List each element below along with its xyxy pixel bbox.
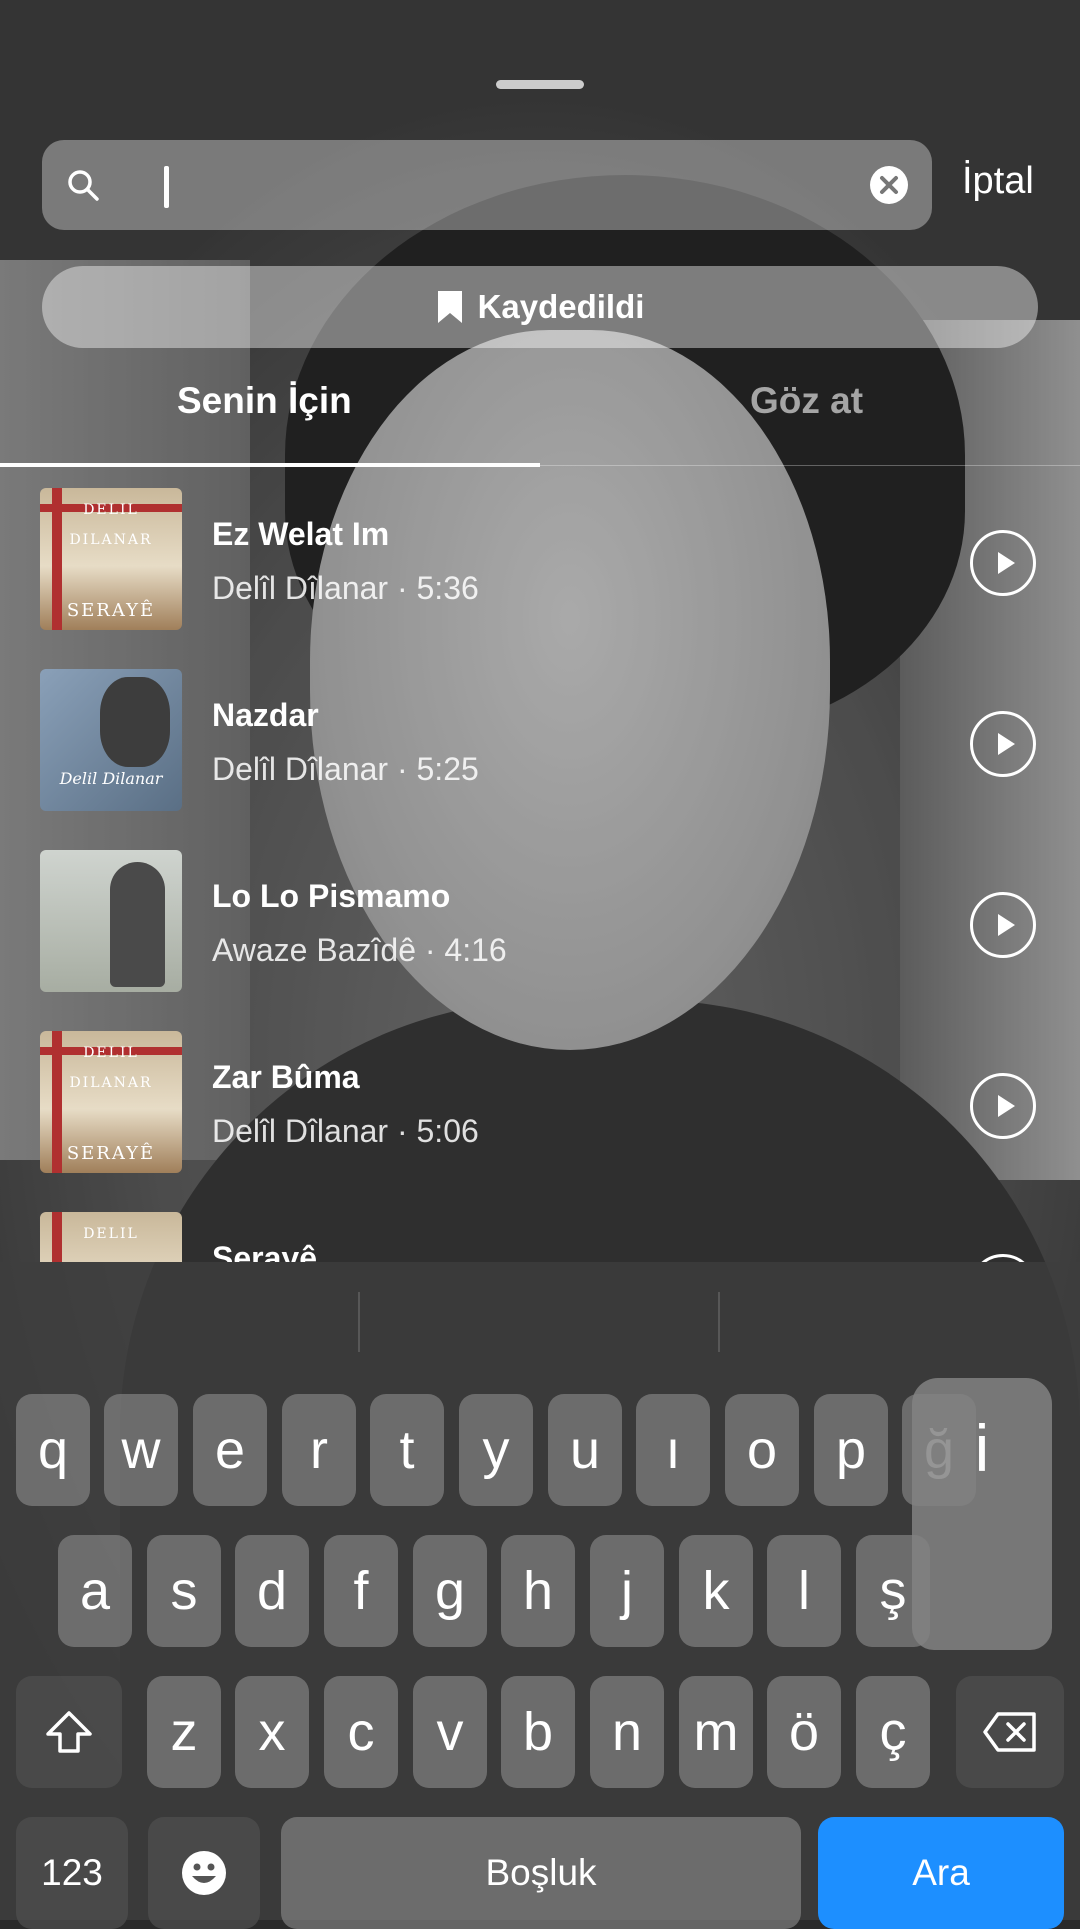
key-m[interactable]: m — [679, 1676, 753, 1788]
key-l[interactable]: l — [767, 1535, 841, 1647]
active-tab-indicator — [0, 463, 540, 467]
track-title: Serayê — [212, 1240, 317, 1262]
key-v[interactable]: v — [413, 1676, 487, 1788]
key-d[interactable]: d — [235, 1535, 309, 1647]
key-g[interactable]: g — [413, 1535, 487, 1647]
key-t[interactable]: t — [370, 1394, 444, 1506]
suggestion-divider — [718, 1292, 720, 1352]
track-list: DELIL DILANAR SERAYÊ Ez Welat Im Delîl D… — [0, 486, 1080, 1262]
key-h[interactable]: h — [501, 1535, 575, 1647]
backspace-icon — [983, 1712, 1036, 1752]
tab-divider — [540, 465, 1080, 466]
tab-bar: Senin İçin Göz at — [0, 380, 1080, 470]
key-w[interactable]: w — [104, 1394, 178, 1506]
key-c[interactable]: c — [324, 1676, 398, 1788]
track-meta: Awaze Bazîdê · 4:16 — [212, 932, 507, 968]
saved-button[interactable]: Kaydedildi — [42, 266, 1038, 348]
key-a[interactable]: a — [58, 1535, 132, 1647]
shift-icon — [46, 1711, 92, 1753]
suggestion-divider — [358, 1292, 360, 1352]
backspace-key[interactable] — [956, 1676, 1064, 1788]
key-k[interactable]: k — [679, 1535, 753, 1647]
list-item[interactable]: Delil Dilanar Nazdar Delîl Dîlanar · 5:2… — [0, 669, 1080, 819]
album-cover: Delil Dilanar — [40, 669, 182, 811]
key-b[interactable]: b — [501, 1676, 575, 1788]
list-item[interactable]: DELIL Serayê — [0, 1212, 1080, 1262]
track-title: Zar Bûma — [212, 1059, 360, 1095]
key-j[interactable]: j — [590, 1535, 664, 1647]
key-s[interactable]: s — [147, 1535, 221, 1647]
key-y[interactable]: y — [459, 1394, 533, 1506]
track-title: Lo Lo Pismamo — [212, 878, 451, 914]
key-n[interactable]: n — [590, 1676, 664, 1788]
key-popup-i: i — [912, 1378, 1052, 1650]
list-item[interactable]: DELIL DILANAR SERAYÊ Ez Welat Im Delîl D… — [0, 488, 1080, 638]
play-icon[interactable] — [970, 892, 1036, 958]
play-icon[interactable] — [970, 1073, 1036, 1139]
tab-for-you[interactable]: Senin İçin — [177, 380, 352, 422]
key-q[interactable]: q — [16, 1394, 90, 1506]
album-cover — [40, 850, 182, 992]
track-meta: Delîl Dîlanar · 5:06 — [212, 1113, 479, 1149]
sheet-grabber[interactable] — [496, 80, 584, 89]
tab-browse[interactable]: Göz at — [750, 380, 863, 422]
search-icon — [68, 170, 99, 201]
album-cover: DELIL DILANAR SERAYÊ — [40, 1031, 182, 1173]
album-cover: DELIL — [40, 1212, 182, 1262]
search-return-key[interactable]: Ara — [818, 1817, 1064, 1929]
key-x[interactable]: x — [235, 1676, 309, 1788]
key-f[interactable]: f — [324, 1535, 398, 1647]
key-o[interactable]: o — [725, 1394, 799, 1506]
music-picker-sheet: İptal Kaydedildi Senin İçin Göz at DELIL… — [0, 0, 1080, 1262]
key-e[interactable]: e — [193, 1394, 267, 1506]
track-title: Nazdar — [212, 697, 319, 733]
play-icon[interactable] — [970, 530, 1036, 596]
key-p[interactable]: p — [814, 1394, 888, 1506]
clear-icon[interactable] — [870, 166, 908, 204]
saved-button-label: Kaydedildi — [477, 288, 645, 325]
space-key[interactable]: Boşluk — [281, 1817, 801, 1929]
play-icon[interactable] — [970, 711, 1036, 777]
emoji-key[interactable] — [148, 1817, 260, 1929]
search-input[interactable] — [172, 160, 876, 212]
emoji-icon — [182, 1851, 226, 1895]
bookmark-icon — [437, 291, 462, 323]
track-title: Ez Welat Im — [212, 516, 390, 552]
shift-key[interactable] — [16, 1676, 122, 1788]
cancel-button[interactable]: İptal — [962, 160, 1034, 203]
key-u[interactable]: u — [548, 1394, 622, 1506]
track-meta: Delîl Dîlanar · 5:25 — [212, 751, 479, 787]
track-meta: Delîl Dîlanar · 5:36 — [212, 570, 479, 606]
key-z[interactable]: z — [147, 1676, 221, 1788]
album-cover: DELIL DILANAR SERAYÊ — [40, 488, 182, 630]
text-caret — [164, 166, 169, 208]
list-item[interactable]: Lo Lo Pismamo Awaze Bazîdê · 4:16 — [0, 850, 1080, 1000]
key-r[interactable]: r — [282, 1394, 356, 1506]
key-dotless-i[interactable]: ı — [636, 1394, 710, 1506]
numbers-key[interactable]: 123 — [16, 1817, 128, 1929]
list-item[interactable]: DELIL DILANAR SERAYÊ Zar Bûma Delîl Dîla… — [0, 1031, 1080, 1181]
key-c-cedilla[interactable]: ç — [856, 1676, 930, 1788]
play-icon[interactable] — [970, 1254, 1036, 1262]
search-bar[interactable] — [42, 140, 932, 230]
key-o-umlaut[interactable]: ö — [767, 1676, 841, 1788]
